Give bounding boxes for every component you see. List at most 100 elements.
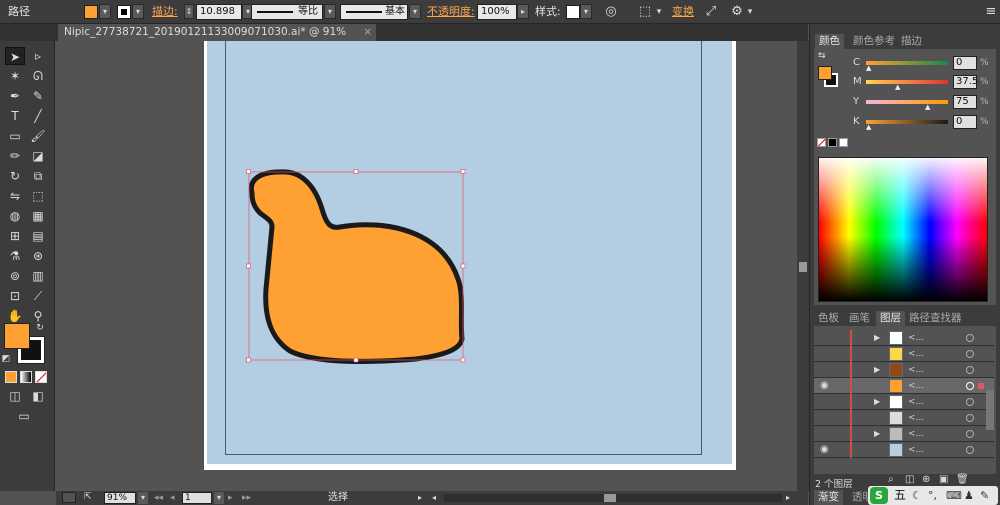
target-circle-icon[interactable] (966, 430, 974, 438)
screen-mode-icon[interactable]: ▭ (14, 407, 34, 425)
layers-scroll-thumb[interactable] (986, 390, 994, 430)
magenta-slider-handle[interactable]: ▲ (895, 83, 900, 91)
column-graph-tool-icon[interactable]: ▥ (28, 267, 48, 285)
last-artboard-icon[interactable]: ▸▸ (242, 491, 251, 505)
fill-swatch[interactable] (84, 5, 98, 19)
tab-layers[interactable]: 图层 (876, 311, 905, 326)
tab-stroke[interactable]: 描边 (897, 34, 926, 49)
stroke-stepper[interactable]: ⇕ (184, 4, 194, 19)
more-options-icon[interactable]: ⚙ (729, 4, 745, 20)
selection-tool-icon[interactable]: ➤ (5, 47, 25, 65)
eye-icon[interactable]: ◉ (820, 378, 829, 394)
shape-builder-tool-icon[interactable]: ◍ (5, 207, 25, 225)
eyedropper-tool-icon[interactable]: ⚗ (5, 247, 25, 265)
magenta-value[interactable]: 37.5 (953, 75, 978, 89)
ime-punct-icon[interactable]: °, (928, 487, 937, 504)
zoom-dropdown[interactable]: ▾ (138, 492, 148, 504)
black-slider[interactable] (866, 120, 948, 124)
prev-artboard-icon[interactable]: ◂ (170, 491, 175, 505)
target-circle-icon[interactable] (966, 350, 974, 358)
ime-user-icon[interactable]: ♟ (964, 487, 974, 504)
target-circle-icon[interactable] (966, 334, 974, 342)
perspective-grid-tool-icon[interactable]: ▦ (28, 207, 48, 225)
more-options-dropdown-icon[interactable]: ▾ (745, 4, 755, 20)
close-tab-icon[interactable]: × (363, 24, 372, 41)
gradient-tool-icon[interactable]: ▤ (28, 227, 48, 245)
artboard-tool-icon[interactable]: ⊡ (5, 287, 25, 305)
expand-triangle-icon[interactable]: ▶ (874, 362, 880, 378)
draw-behind-icon[interactable]: ◧ (28, 387, 48, 405)
selection-indicator[interactable] (978, 383, 984, 389)
fill-dropdown[interactable]: ▾ (99, 4, 111, 19)
profile-select[interactable]: 等比 (251, 4, 323, 20)
eye-icon[interactable]: ◉ (820, 442, 829, 458)
free-transform-tool-icon[interactable]: ⬚ (28, 187, 48, 205)
tab-brushes[interactable]: 画笔 (845, 311, 874, 326)
direct-selection-tool-icon[interactable]: ▹ (28, 47, 48, 65)
expand-triangle-icon[interactable]: ▶ (874, 426, 880, 442)
new-sublayer-icon[interactable]: ⊕ (922, 474, 930, 485)
delete-layer-icon[interactable]: 🗑 (956, 474, 969, 485)
color-spectrum[interactable] (818, 157, 988, 302)
lasso-tool-icon[interactable]: ᘏ (28, 67, 48, 85)
brush-dropdown[interactable]: ▾ (409, 4, 421, 19)
vertical-scroll-thumb[interactable] (799, 262, 807, 272)
blend-tool-icon[interactable]: ⊛ (28, 247, 48, 265)
symbol-sprayer-tool-icon[interactable]: ⊚ (5, 267, 25, 285)
canvas-area[interactable] (56, 41, 798, 491)
target-circle-icon[interactable] (966, 398, 974, 406)
swap-colors-icon[interactable]: ↻ (34, 319, 46, 337)
pencil-tool-icon[interactable]: ✏ (5, 147, 25, 165)
width-tool-icon[interactable]: ⇋ (5, 187, 25, 205)
first-artboard-icon[interactable]: ◂◂ (154, 491, 163, 505)
slice-tool-icon[interactable]: ⟋ (28, 287, 48, 305)
opacity-label-link[interactable]: 不透明度: (427, 4, 475, 20)
stroke-weight-field[interactable]: 10.898 (196, 4, 242, 20)
magenta-slider[interactable] (866, 80, 948, 84)
pen-tool-icon[interactable]: ✒ (5, 87, 25, 105)
fill-color-front[interactable] (4, 323, 30, 349)
ime-mode-label[interactable]: 五 (894, 487, 906, 504)
tab-pathfinder[interactable]: 路径查找器 (905, 311, 966, 326)
share-icon[interactable]: ⇱ (84, 492, 98, 503)
target-circle-icon[interactable] (966, 366, 974, 374)
profile-dropdown[interactable]: ▾ (324, 4, 336, 19)
tab-gradient[interactable]: 渐变 (814, 490, 843, 505)
stroke-dropdown[interactable]: ▾ (132, 4, 144, 19)
page-dropdown[interactable]: ▾ (214, 492, 224, 504)
mesh-tool-icon[interactable]: ⊞ (5, 227, 25, 245)
hscroll-left-icon[interactable]: ◂ (432, 491, 436, 505)
make-clipping-mask-icon[interactable]: ◫ (905, 474, 914, 485)
none-swatch[interactable] (817, 138, 826, 147)
yellow-slider[interactable] (866, 100, 948, 104)
black-value[interactable]: 0 (953, 115, 977, 129)
layer-row[interactable]: ▶ <... (814, 394, 994, 410)
brush-select[interactable]: 基本 (340, 4, 408, 20)
eraser-tool-icon[interactable]: ◪ (28, 147, 48, 165)
cyan-value[interactable]: 0 (953, 56, 977, 70)
white-quick-swatch[interactable] (839, 138, 848, 147)
expand-triangle-icon[interactable]: ▶ (874, 394, 880, 410)
document-tab[interactable]: Nipic_27738721_20190121133009071030.ai* … (58, 24, 376, 55)
ime-moon-icon[interactable]: ☾ (912, 487, 922, 504)
black-slider-handle[interactable]: ▲ (866, 123, 871, 131)
align-icon[interactable]: ⬚ (636, 4, 654, 20)
layer-row[interactable]: ◉ <... (814, 442, 994, 458)
tab-swatches[interactable]: 色板 (814, 311, 843, 326)
opacity-dropdown[interactable]: ▸ (517, 4, 529, 19)
yellow-value[interactable]: 75 (953, 95, 977, 109)
tab-color-guide[interactable]: 颜色参考 (849, 34, 899, 49)
layer-row-selected[interactable]: ◉ <... (814, 378, 994, 394)
cyan-slider-handle[interactable]: ▲ (866, 64, 871, 72)
zoom-field[interactable]: 91% (104, 492, 136, 504)
paintbrush-tool-icon[interactable]: 🖌 (28, 127, 48, 145)
status-menu-icon[interactable]: ▸ (418, 491, 422, 505)
none-mode-icon[interactable] (35, 371, 47, 383)
target-circle-icon[interactable] (966, 414, 974, 422)
recolor-icon[interactable]: ◎ (602, 4, 620, 20)
black-quick-swatch[interactable] (828, 138, 837, 147)
scale-tool-icon[interactable]: ⧉ (28, 167, 48, 185)
stroke-label-link[interactable]: 描边: (152, 4, 178, 20)
panel-swap-icon[interactable]: ⇆ (818, 51, 826, 61)
layer-row[interactable]: ▶ <... (814, 426, 994, 442)
